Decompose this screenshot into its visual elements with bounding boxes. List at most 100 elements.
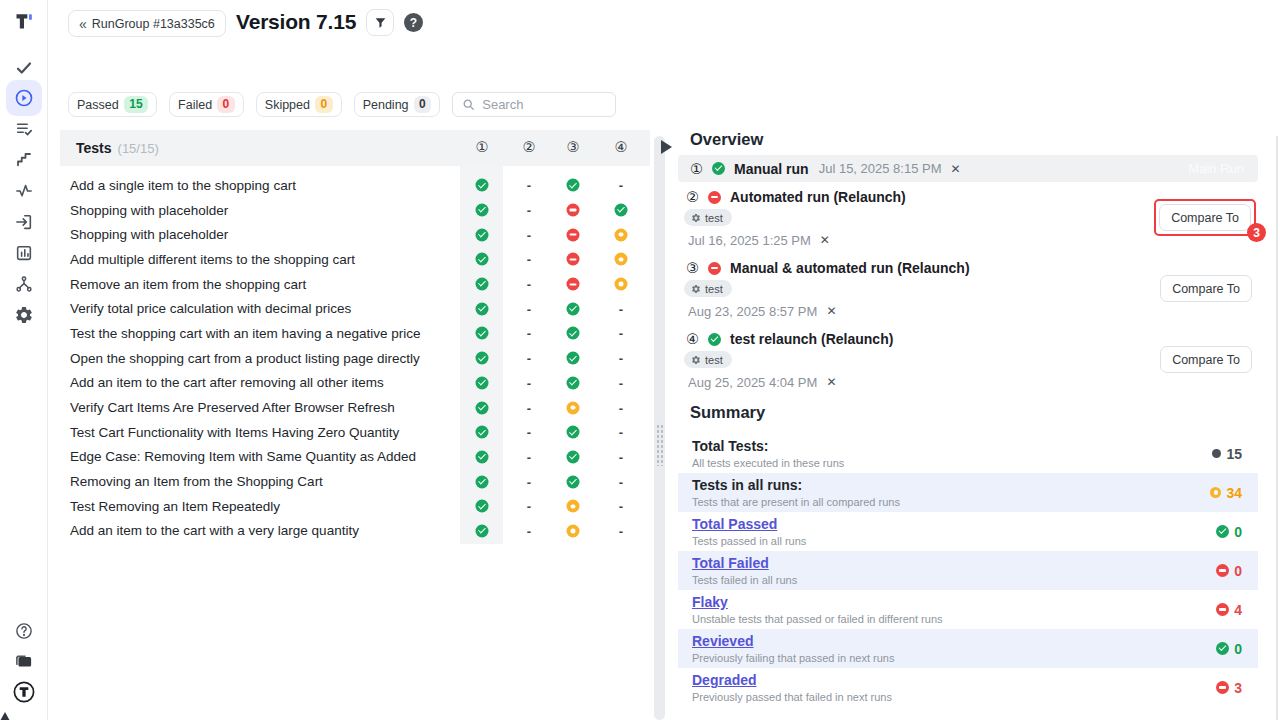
test-name: Edge Case: Removing Item with Same Quant… (70, 449, 416, 464)
run-tag-label: test (705, 354, 723, 366)
test-name: Remove an item from the shopping cart (70, 277, 306, 292)
right-scrollbar[interactable] (1276, 136, 1278, 720)
nav-activity-icon[interactable] (15, 182, 34, 201)
status-pass-icon (476, 352, 489, 365)
status-fail-icon (567, 253, 580, 266)
filter-chip-count: 0 (217, 96, 235, 113)
summary-count: 0 (1234, 563, 1242, 579)
remove-run-icon[interactable]: ✕ (820, 233, 830, 247)
filter-chip-pending[interactable]: Pending0 (354, 92, 441, 117)
collapse-chevron-icon: « (79, 16, 85, 32)
nav-branches-icon[interactable] (15, 275, 33, 293)
status-dash: - (527, 227, 531, 242)
summary-link[interactable]: Total Failed (692, 555, 1244, 572)
column-run-4[interactable]: ④ (615, 139, 628, 155)
gear-icon (691, 355, 701, 365)
filter-chip-passed[interactable]: Passed15 (68, 92, 157, 117)
status-dash: - (527, 499, 531, 514)
run-date: Aug 23, 2025 8:57 PM (688, 304, 817, 319)
remove-run-icon[interactable]: ✕ (951, 162, 961, 176)
funnel-icon (374, 16, 387, 29)
status-dash: - (619, 301, 623, 316)
filter-chip-label: Failed (178, 98, 212, 112)
help-icon[interactable] (15, 622, 34, 641)
nav-settings-icon[interactable] (14, 305, 34, 325)
test-row[interactable]: Add an item to the cart after removing a… (60, 371, 650, 396)
filter-button[interactable] (366, 9, 394, 36)
status-pass-icon (1216, 642, 1229, 655)
filter-chip-failed[interactable]: Failed 0 (169, 92, 244, 117)
back-to-rungroup-button[interactable]: «RunGroup #13a335c6 (68, 10, 226, 37)
test-row[interactable]: Open the shopping cart from a product li… (60, 346, 650, 371)
summary-row: FlakyUnstable tests that passed or faile… (678, 590, 1258, 629)
summary-value: 0 (1216, 641, 1242, 657)
brand-icon[interactable] (13, 681, 36, 704)
run-item: ②Automated run (Relaunch)testJul 16, 202… (678, 187, 1258, 247)
filter-chip-skipped[interactable]: Skipped0 (256, 92, 342, 117)
compare-to-button[interactable]: Compare To (1159, 204, 1251, 231)
status-dash: - (619, 449, 623, 464)
filter-chip-count: 0 (315, 96, 333, 113)
nav-milestones-icon[interactable] (15, 151, 33, 169)
remove-run-icon[interactable]: ✕ (826, 304, 836, 318)
summary-count: 3 (1234, 680, 1242, 696)
run-item-main[interactable]: ①Manual runJul 15, 2025 8:15 PM✕Main Run (678, 155, 1258, 182)
overview-heading: Overview (690, 130, 1258, 152)
summary-link[interactable]: Total Passed (692, 516, 1244, 533)
summary-link[interactable]: Revieved (692, 633, 1244, 650)
test-row[interactable]: Add multiple different items to the shop… (60, 247, 650, 272)
corner-artifact (0, 712, 10, 720)
help-circle-icon[interactable]: ? (404, 13, 423, 32)
compare-to-button[interactable]: Compare To (1160, 275, 1252, 302)
collapse-panel-icon[interactable] (661, 140, 672, 154)
test-row[interactable]: Edge Case: Removing Item with Same Quant… (60, 445, 650, 470)
app-logo[interactable] (14, 11, 34, 31)
test-name: Add a single item to the shopping cart (70, 178, 296, 193)
compare-to-button[interactable]: Compare To (1160, 346, 1252, 373)
run-date: Jul 16, 2025 1:25 PM (688, 233, 811, 248)
test-row[interactable]: Test Removing an Item Repeatedly-- (60, 494, 650, 519)
summary-count: 4 (1234, 602, 1242, 618)
summary-label: Tests in all runs: (692, 477, 1244, 494)
summary-row: Total Tests:All tests executed in these … (678, 434, 1258, 473)
test-row[interactable]: Removing an Item from the Shopping Cart-… (60, 469, 650, 494)
column-run-2[interactable]: ② (523, 139, 536, 155)
remove-run-icon[interactable]: ✕ (826, 375, 836, 389)
summary-link[interactable]: Flaky (692, 594, 1244, 611)
summary-link[interactable]: Degraded (692, 672, 1244, 689)
summary-value: 4 (1216, 602, 1242, 618)
main-run-badge: Main Run (1188, 161, 1244, 176)
test-row[interactable]: Add an item to the cart with a very larg… (60, 519, 650, 544)
nav-reports-icon[interactable] (15, 244, 34, 263)
column-run-1[interactable]: ① (476, 139, 489, 155)
nav-test-plans-icon[interactable] (15, 120, 34, 139)
test-row[interactable]: Verify total price calculation with deci… (60, 296, 650, 321)
test-name: Shopping with placeholder (70, 227, 228, 242)
tests-body: Add a single item to the shopping cart--… (60, 166, 650, 543)
test-row[interactable]: Shopping with placeholder - (60, 222, 650, 247)
docs-icon[interactable] (15, 652, 34, 671)
nav-runs-icon[interactable] (14, 88, 34, 108)
summary-row: DegradedPreviously passed that failed in… (678, 668, 1258, 707)
summary-description: All tests executed in these runs (692, 457, 1244, 469)
status-fail-icon (567, 204, 580, 217)
test-row[interactable]: Test Cart Functionality with Items Havin… (60, 420, 650, 445)
test-row[interactable]: Test the shopping cart with an item havi… (60, 321, 650, 346)
nav-tasks-icon[interactable] (15, 59, 33, 77)
status-pass-icon (476, 302, 489, 315)
test-row[interactable]: Remove an item from the shopping cart- (60, 272, 650, 297)
status-pass-icon (567, 450, 580, 463)
status-fail-icon (1216, 681, 1229, 694)
test-row[interactable]: Verify Cart Items Are Preserved After Br… (60, 395, 650, 420)
status-pass-icon (567, 426, 580, 439)
status-skip-icon (567, 401, 580, 414)
run-status-icon (708, 262, 721, 275)
divider-drag-handle[interactable] (656, 424, 664, 466)
test-row[interactable]: Add a single item to the shopping cart-- (60, 173, 650, 198)
column-run-3[interactable]: ③ (567, 139, 580, 155)
test-row[interactable]: Shopping with placeholder- (60, 198, 650, 223)
search-input[interactable] (482, 97, 602, 112)
nav-import-icon[interactable] (15, 213, 34, 232)
search-field[interactable] (452, 92, 616, 117)
status-skip-icon (615, 253, 628, 266)
